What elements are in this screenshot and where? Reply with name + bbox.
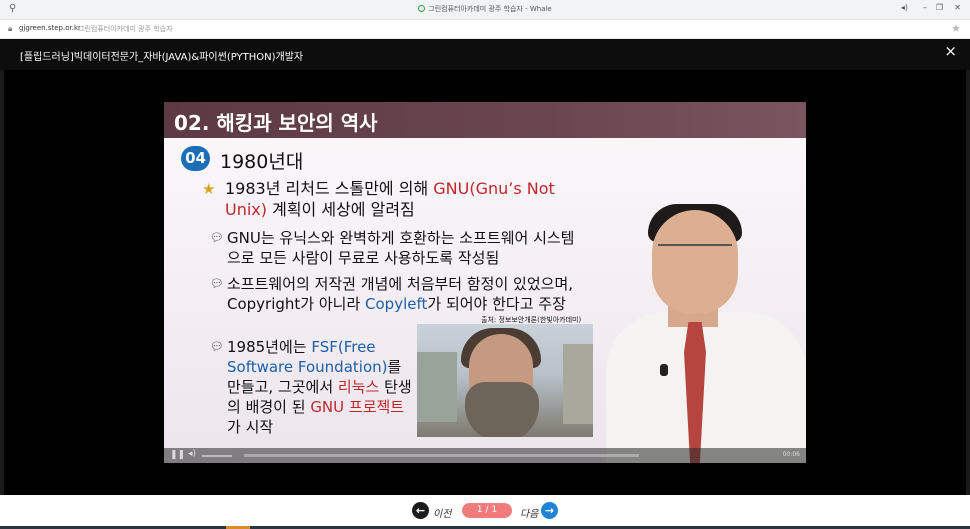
slide-title-bar: 02. 해킹과 보안의 역사 <box>164 102 806 138</box>
presenter-mic <box>660 364 668 376</box>
stallman-photo <box>417 324 593 437</box>
presenter-glasses <box>658 244 732 262</box>
player-area: 02. 해킹과 보안의 역사 04 1980년대 ★ 1983년 리처드 스톨만… <box>0 70 970 495</box>
bookmark-star-icon[interactable]: ★ <box>951 22 961 35</box>
window-close-button[interactable]: ✕ <box>954 3 961 12</box>
presenter-suit <box>606 312 806 463</box>
browser-title-bar: ⚲ 그린컴퓨터아카데미 광주 학습자 - Whale ◂) – ❐ ✕ <box>0 0 970 20</box>
speech-bubble-icon: 💬︎ <box>210 277 224 290</box>
photo-building-right <box>563 344 593 424</box>
address-bar[interactable]: 🔒︎ gjgreen.step.or.kr 그린컴퓨터아카데미 광주 학습자 ★ <box>0 20 970 39</box>
time-display: 00:06 <box>782 451 800 458</box>
speech-bubble-icon: 💬︎ <box>210 340 224 353</box>
section-number-badge: 04 <box>181 146 210 171</box>
progress-bar[interactable] <box>244 454 639 457</box>
url-domain[interactable]: gjgreen.step.or.kr <box>19 24 81 32</box>
sub-bullet-2: 💬︎ 소프트웨어의 저작권 개념에 처음부터 함정이 있었으며, Copyrig… <box>210 275 574 313</box>
lock-icon: 🔒︎ <box>8 24 13 33</box>
photo-beard <box>465 382 539 437</box>
star-bullet-icon: ★ <box>202 180 216 198</box>
player-edge-right <box>966 70 970 495</box>
sub-bullet-1: 💬︎ GNU는 유닉스와 완벽하게 호환하는 소프트웨어 시스템으로 모든 사람… <box>210 229 575 267</box>
next-button-label[interactable]: 다음 <box>520 505 538 520</box>
photo-building-left <box>417 352 457 422</box>
course-title: [플립드러닝]빅데이터전문가_자바(JAVA)&파이썬(PYTHON)개발자 <box>20 52 304 63</box>
restore-button[interactable]: ❐ <box>936 3 943 12</box>
page-indicator: 1 / 1 <box>462 503 512 518</box>
url-page-title: 그린컴퓨터아카데미 광주 학습자 <box>78 25 173 33</box>
video-player[interactable]: 02. 해킹과 보안의 역사 04 1980년대 ★ 1983년 리처드 스톨만… <box>164 102 806 463</box>
volume-slider[interactable] <box>202 455 232 457</box>
bullet-main: 1983년 리처드 스톨만에 의해 GNU(Gnu’s Not Unix) 계획… <box>225 179 555 219</box>
video-controls[interactable]: ❚❚ ◂) 00:06 <box>164 448 806 463</box>
minimize-button[interactable]: – <box>923 3 927 12</box>
prev-button-label[interactable]: 이전 <box>433 505 451 520</box>
section-title: 1980년대 <box>220 151 304 173</box>
whale-logo-icon <box>418 5 426 12</box>
close-icon[interactable]: × <box>944 44 957 59</box>
presenter-video <box>596 182 806 463</box>
speaker-icon[interactable]: ◂) <box>901 3 908 12</box>
window-title: 그린컴퓨터아카데미 광주 학습자 - Whale <box>0 4 970 14</box>
presenter-face <box>652 210 738 314</box>
pause-icon[interactable]: ❚❚ <box>170 450 185 460</box>
pager: ← 이전 1 / 1 다음 → <box>0 495 970 526</box>
slide-title: 02. 해킹과 보안의 역사 <box>174 111 378 135</box>
speech-bubble-icon: 💬︎ <box>210 231 224 244</box>
next-arrow-icon[interactable]: → <box>541 502 558 519</box>
player-edge-left <box>0 70 4 495</box>
sub-bullet-3: 💬︎ 1985년에는 FSF(Free Software Foundation)… <box>210 338 412 436</box>
prev-arrow-icon[interactable]: ← <box>412 502 429 519</box>
volume-icon[interactable]: ◂) <box>188 449 196 459</box>
lecture-header: [플립드러닝]빅데이터전문가_자바(JAVA)&파이썬(PYTHON)개발자 × <box>0 39 970 70</box>
